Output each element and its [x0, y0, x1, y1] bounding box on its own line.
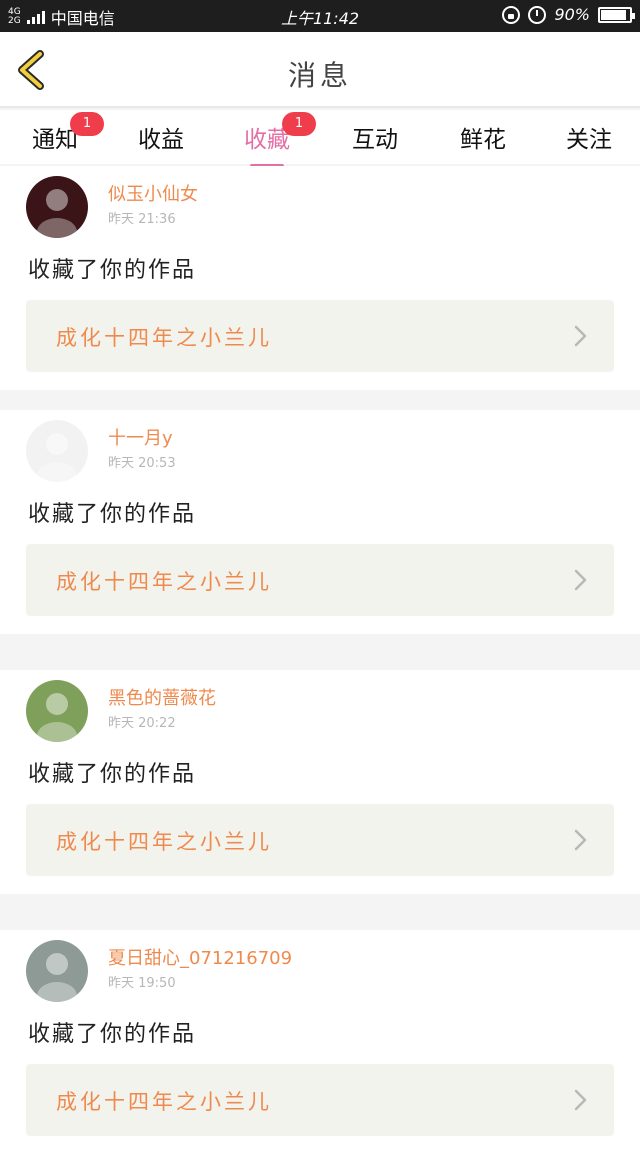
app-header: 消息	[0, 32, 640, 108]
username[interactable]: 夏日甜心_071216709	[108, 944, 292, 970]
tab-bar: 通知 1 收益 收藏 1 互动 鲜花 关注	[0, 110, 640, 168]
status-right: 90%	[502, 5, 635, 24]
username[interactable]: 十一月y	[108, 424, 173, 450]
tab-3[interactable]: 互动	[330, 120, 420, 164]
chevron-right-icon	[570, 1088, 590, 1112]
work-title: 成化十四年之小兰儿	[56, 326, 272, 350]
tab-label: 关注	[566, 127, 612, 153]
tab-5[interactable]: 关注	[544, 120, 634, 164]
status-bar: 4G 2G 中国电信 上午11:42 90%	[0, 0, 640, 32]
chevron-right-icon	[570, 324, 590, 348]
tab-label: 鲜花	[460, 127, 506, 153]
lock-rotation-icon	[502, 5, 521, 24]
action-text: 收藏了你的作品	[28, 502, 197, 527]
battery-icon	[598, 6, 635, 23]
unread-badge: 1	[70, 112, 104, 136]
chevron-right-icon	[570, 568, 590, 592]
message-card: 似玉小仙女昨天 21:36 收藏了你的作品成化十四年之小兰儿	[0, 166, 640, 390]
tab-1[interactable]: 收益	[116, 120, 206, 164]
tab-4[interactable]: 鲜花	[438, 120, 528, 164]
timestamp: 昨天 19:50	[108, 976, 176, 991]
message-card: 黑色的蔷薇花昨天 20:22 收藏了你的作品成化十四年之小兰儿	[0, 670, 640, 894]
tab-label: 收益	[138, 127, 184, 153]
avatar[interactable]	[26, 176, 88, 238]
action-text: 收藏了你的作品	[28, 762, 197, 787]
action-text: 收藏了你的作品	[28, 258, 197, 283]
work-link[interactable]: 成化十四年之小兰儿	[26, 1064, 614, 1136]
avatar[interactable]	[26, 940, 88, 1002]
message-card: 十一月y 昨天 20:53 收藏了你的作品成化十四年之小兰儿	[0, 410, 640, 634]
unread-badge: 1	[282, 112, 316, 136]
tab-label: 互动	[352, 127, 398, 153]
timestamp: 昨天 20:53	[108, 456, 176, 471]
tab-label: 通知	[32, 127, 78, 153]
battery-percent: 90%	[554, 5, 590, 24]
username[interactable]: 似玉小仙女	[108, 180, 198, 206]
work-link[interactable]: 成化十四年之小兰儿	[26, 804, 614, 876]
timestamp: 昨天 21:36	[108, 212, 176, 227]
avatar[interactable]	[26, 420, 88, 482]
tab-0[interactable]: 通知 1	[10, 112, 104, 164]
chevron-right-icon	[570, 828, 590, 852]
battery-fill	[601, 9, 627, 20]
tab-2[interactable]: 收藏 1	[222, 112, 316, 168]
work-link[interactable]: 成化十四年之小兰儿	[26, 544, 614, 616]
work-title: 成化十四年之小兰儿	[56, 570, 272, 594]
avatar[interactable]	[26, 680, 88, 742]
tab-label: 收藏	[244, 127, 290, 153]
page-title: 消息	[287, 59, 352, 92]
action-text: 收藏了你的作品	[28, 1022, 197, 1047]
message-card: 夏日甜心_071216709 昨天 19:50 收藏了你的作品成化十四年之小兰儿	[0, 930, 640, 1150]
timestamp: 昨天 20:22	[108, 716, 176, 731]
alarm-icon	[528, 5, 547, 24]
work-title: 成化十四年之小兰儿	[56, 830, 272, 854]
work-title: 成化十四年之小兰儿	[56, 1090, 272, 1114]
username[interactable]: 黑色的蔷薇花	[108, 684, 216, 710]
work-link[interactable]: 成化十四年之小兰儿	[26, 300, 614, 372]
